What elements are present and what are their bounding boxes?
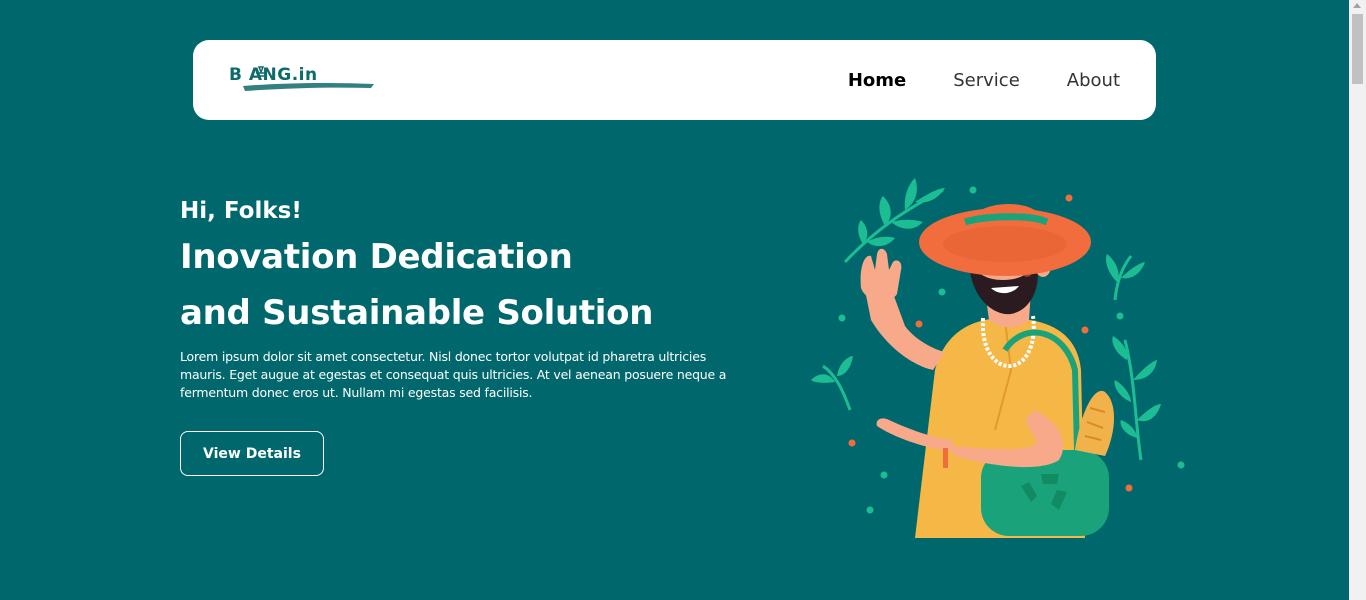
hero-description: Lorem ipsum dolor sit amet consectetur. … bbox=[180, 349, 727, 400]
brand-logo[interactable]: B ANG.in bbox=[229, 64, 379, 96]
hero-headline-line2: and Sustainable Solution bbox=[180, 293, 654, 333]
hero-section: Hi, Folks! Inovation Dedication and Sust… bbox=[180, 193, 750, 476]
nav-item-service[interactable]: Service bbox=[953, 70, 1020, 91]
view-details-button[interactable]: View Details bbox=[180, 431, 324, 476]
hero-illustration bbox=[805, 170, 1195, 550]
scroll-up-arrow-icon[interactable] bbox=[1353, 3, 1361, 8]
logo-text: B ANG.in bbox=[229, 65, 318, 85]
scrollbar-thumb[interactable] bbox=[1352, 14, 1363, 84]
page-scrollbar[interactable] bbox=[1349, 0, 1366, 600]
nav-item-about[interactable]: About bbox=[1067, 70, 1120, 91]
hero-headline-line1: Inovation Dedication bbox=[180, 237, 573, 277]
main-nav: Home Service About bbox=[848, 40, 1120, 120]
navbar: B ANG.in Home Service About bbox=[193, 40, 1156, 120]
hero-greeting: Hi, Folks! bbox=[180, 198, 302, 224]
nav-item-home[interactable]: Home bbox=[848, 70, 906, 91]
